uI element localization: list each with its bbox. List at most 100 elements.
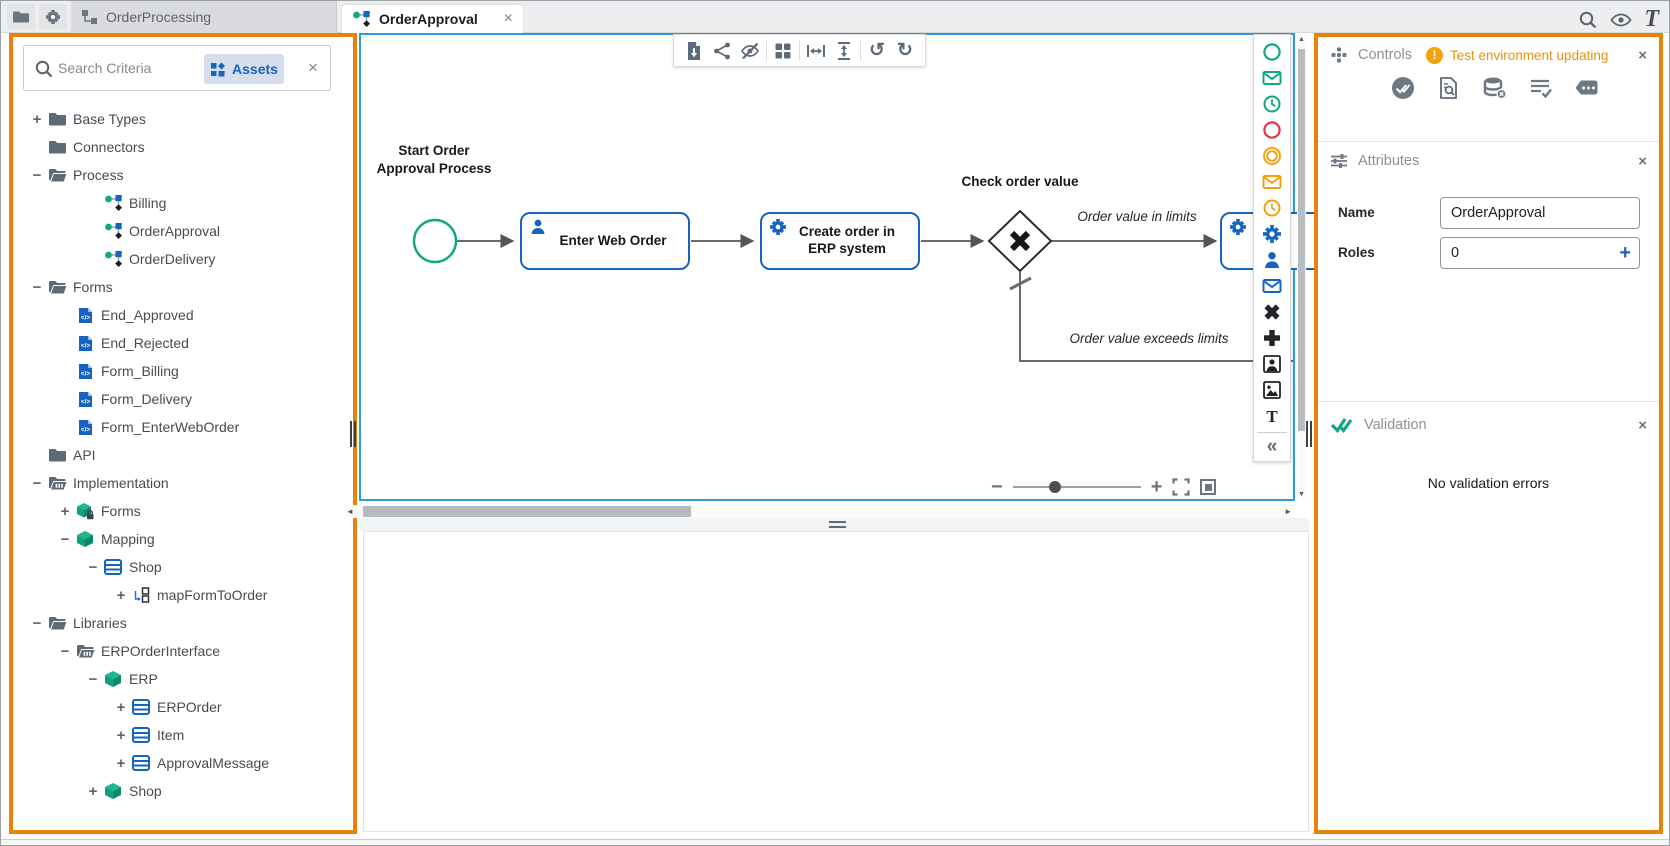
settings-button[interactable] — [39, 4, 67, 30]
tree-item-form-billing[interactable]: </> Form_Billing — [13, 357, 353, 385]
undo-icon[interactable]: ↺ — [863, 38, 891, 64]
tree-item-item[interactable]: + Item — [13, 721, 353, 749]
close-attributes-icon[interactable]: × — [1638, 153, 1647, 170]
exclusive-gateway-tool[interactable] — [1257, 299, 1287, 325]
canvas-horizontal-scrollbar[interactable]: ◄ ► — [345, 505, 1293, 518]
close-tab-icon[interactable]: × — [504, 11, 513, 27]
close-controls-icon[interactable]: × — [1638, 47, 1647, 64]
tab-order-approval[interactable]: OrderApproval × — [342, 5, 523, 33]
search-input[interactable] — [56, 54, 196, 82]
assets-filter-chip[interactable]: Assets — [204, 54, 284, 84]
tree-item-order-delivery[interactable]: OrderDelivery — [13, 245, 353, 273]
tree-item-approval-message[interactable]: + ApprovalMessage — [13, 749, 353, 777]
document-search-icon[interactable] — [1434, 73, 1464, 103]
start-event-shape[interactable] — [412, 218, 458, 264]
tree-item-erp-order-interface[interactable]: − ERPOrderInterface — [13, 637, 353, 665]
vertical-scroll-thumb[interactable] — [1298, 49, 1305, 431]
send-task-tool[interactable] — [1257, 273, 1287, 299]
expander[interactable]: + — [29, 111, 45, 128]
fit-width-icon[interactable] — [802, 38, 830, 64]
redo-icon[interactable]: ↻ — [891, 38, 919, 64]
scroll-right-icon[interactable]: ► — [1284, 507, 1292, 516]
add-role-button[interactable]: + — [1619, 242, 1631, 264]
close-validation-icon[interactable]: × — [1638, 417, 1647, 434]
parallel-gateway-tool[interactable] — [1257, 325, 1287, 351]
tree-item-impl-forms[interactable]: + Forms — [13, 497, 353, 525]
task-create-order-erp[interactable]: Create order in ERP system — [760, 212, 920, 270]
scroll-down-icon[interactable]: ▼ — [1297, 491, 1306, 498]
tree-item-end-rejected[interactable]: </> End_Rejected — [13, 329, 353, 357]
timer-start-event-tool[interactable] — [1257, 91, 1287, 117]
eye-icon[interactable] — [1610, 12, 1632, 28]
expander[interactable]: + — [113, 587, 129, 604]
expander[interactable]: + — [113, 755, 129, 772]
tree-item-form-delivery[interactable]: </> Form_Delivery — [13, 385, 353, 413]
comment-dots-icon[interactable] — [1572, 73, 1602, 103]
user-portrait-tool[interactable] — [1257, 351, 1287, 377]
tree-item-api[interactable]: API — [13, 441, 353, 469]
tree-item-order-approval[interactable]: OrderApproval — [13, 217, 353, 245]
expander[interactable]: − — [85, 559, 101, 576]
tree-item-implementation[interactable]: − Implementation — [13, 469, 353, 497]
zoom-slider-handle[interactable] — [1048, 481, 1061, 493]
share-icon[interactable] — [708, 38, 736, 64]
message-intermediate-tool[interactable] — [1257, 169, 1287, 195]
search-icon[interactable] — [1578, 10, 1598, 30]
left-splitter-handle[interactable] — [350, 421, 358, 447]
expander[interactable]: + — [85, 783, 101, 800]
tree-item-mapping-shop[interactable]: − Shop — [13, 553, 353, 581]
tree-item-erp-order[interactable]: + ERPOrder — [13, 693, 353, 721]
expander[interactable]: + — [57, 503, 73, 520]
hide-elements-icon[interactable] — [736, 38, 764, 64]
collapse-palette-icon[interactable]: « — [1257, 432, 1287, 458]
tree-item-billing[interactable]: Billing — [13, 189, 353, 217]
grid-icon[interactable] — [769, 38, 797, 64]
tree-item-end-approved[interactable]: </> End_Approved — [13, 301, 353, 329]
message-start-event-tool[interactable] — [1257, 65, 1287, 91]
expander[interactable]: − — [29, 279, 45, 296]
task-enter-web-order[interactable]: Enter Web Order — [520, 212, 690, 270]
zoom-in-button[interactable]: + — [1151, 477, 1163, 497]
start-event-tool[interactable] — [1257, 39, 1287, 65]
tree-item-mapping[interactable]: − Mapping — [13, 525, 353, 553]
scroll-up-icon[interactable]: ▲ — [1297, 36, 1306, 43]
intermediate-event-tool[interactable] — [1257, 143, 1287, 169]
tree-item-forms[interactable]: − Forms — [13, 273, 353, 301]
approve-check-icon[interactable] — [1388, 73, 1418, 103]
right-splitter-handle[interactable] — [1306, 421, 1314, 447]
zoom-slider[interactable] — [1012, 481, 1141, 493]
tree-item-process[interactable]: − Process — [13, 161, 353, 189]
expander[interactable]: − — [57, 531, 73, 548]
name-input[interactable] — [1449, 202, 1609, 224]
tree-item-libraries[interactable]: − Libraries — [13, 609, 353, 637]
tab-order-processing[interactable]: OrderProcessing — [71, 1, 337, 33]
horizontal-splitter[interactable] — [359, 518, 1309, 531]
expander[interactable]: − — [29, 167, 45, 184]
end-event-tool[interactable] — [1257, 117, 1287, 143]
expander[interactable]: − — [29, 615, 45, 632]
expander[interactable]: − — [85, 671, 101, 688]
fit-height-icon[interactable] — [830, 38, 858, 64]
bpmn-canvas[interactable]: Start Order Approval Process Check order… — [359, 33, 1360, 501]
image-tool[interactable] — [1257, 377, 1287, 403]
timer-intermediate-tool[interactable] — [1257, 195, 1287, 221]
horizontal-scroll-thumb[interactable] — [363, 506, 691, 517]
expander[interactable]: − — [57, 643, 73, 660]
tree-item-form-enter-web-order[interactable]: </> Form_EnterWebOrder — [13, 413, 353, 441]
expander[interactable]: − — [29, 475, 45, 492]
database-clear-icon[interactable] — [1480, 73, 1510, 103]
open-folder-button[interactable] — [7, 4, 35, 30]
roles-input[interactable] — [1449, 242, 1609, 264]
list-check-icon[interactable] — [1526, 73, 1556, 103]
clear-search-icon[interactable]: × — [308, 58, 318, 78]
user-task-tool[interactable] — [1257, 247, 1287, 273]
fit-view-icon[interactable] — [1200, 479, 1217, 495]
tree-item-connectors[interactable]: Connectors — [13, 133, 353, 161]
text-tool[interactable]: T — [1257, 403, 1287, 429]
tree-item-shop[interactable]: + Shop — [13, 777, 353, 805]
tree-item-base-types[interactable]: + Base Types — [13, 105, 353, 133]
tree-item-map-form-to-order[interactable]: + mapFormToOrder — [13, 581, 353, 609]
tree-item-erp[interactable]: − ERP — [13, 665, 353, 693]
expander[interactable]: + — [113, 727, 129, 744]
service-task-tool[interactable] — [1257, 221, 1287, 247]
